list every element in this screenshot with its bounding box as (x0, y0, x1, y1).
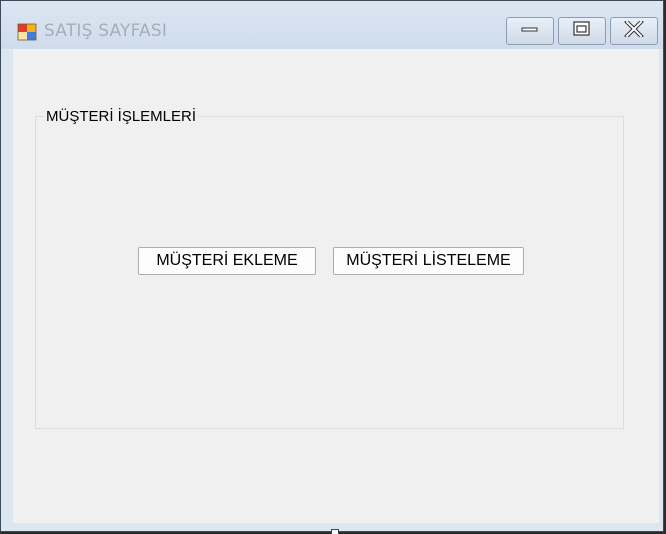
maximize-button[interactable] (558, 17, 606, 45)
title-bar[interactable]: SATIŞ SAYFASI (1, 1, 663, 49)
window-title: SATIŞ SAYFASI (44, 21, 168, 41)
close-button[interactable] (610, 17, 658, 45)
main-window: SATIŞ SAYFASI MÜŞTERİ İŞLEMLERİ MÜŞTERİ … (0, 0, 664, 532)
minimize-button[interactable] (506, 17, 554, 45)
resize-grip[interactable] (331, 529, 339, 534)
list-customers-button[interactable]: MÜŞTERİ LİSTELEME (333, 247, 524, 275)
maximize-icon (572, 20, 592, 42)
close-icon (624, 18, 644, 42)
customer-operations-groupbox: MÜŞTERİ İŞLEMLERİ (35, 108, 624, 429)
minimize-icon (520, 22, 540, 40)
form-client-area: MÜŞTERİ İŞLEMLERİ MÜŞTERİ EKLEME MÜŞTERİ… (13, 49, 659, 523)
groupbox-legend: MÜŞTERİ İŞLEMLERİ (44, 108, 199, 126)
app-window-icon (17, 22, 37, 42)
add-customer-button[interactable]: MÜŞTERİ EKLEME (138, 247, 316, 275)
